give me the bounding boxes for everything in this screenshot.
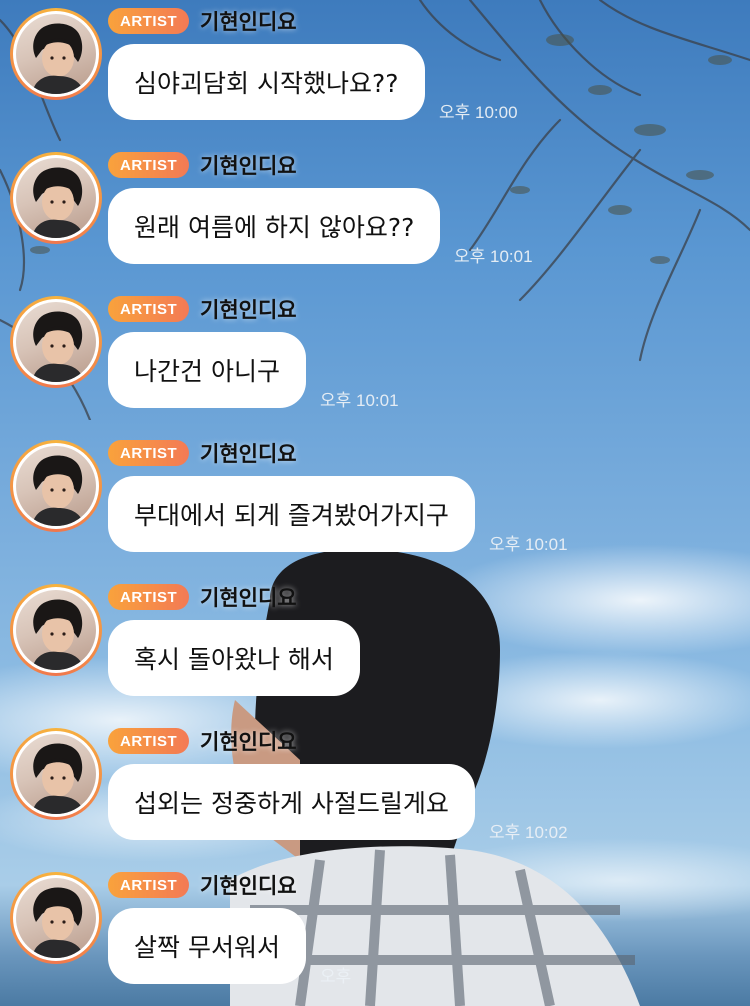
message-bubble[interactable]: 섭외는 정중하게 사절드릴게요 [108, 764, 475, 840]
sender-name[interactable]: 기현인디요 [200, 438, 297, 468]
profile-photo-icon [16, 590, 96, 670]
artist-badge-label: ARTIST [120, 444, 178, 462]
artist-badge-label: ARTIST [120, 876, 178, 894]
chat-message: ARTIST 기현인디요 심야괴담회 시작했나요?? 오후 10:00 [0, 0, 750, 144]
artist-badge-label: ARTIST [120, 12, 178, 30]
artist-avatar[interactable] [10, 440, 102, 532]
artist-badge-label: ARTIST [120, 732, 178, 750]
chat-feed[interactable]: ARTIST 기현인디요 심야괴담회 시작했나요?? 오후 10:00 ARTI… [0, 0, 750, 1006]
message-timestamp: 오후 10:01 [320, 391, 399, 410]
message-timestamp: 오후 10:00 [439, 103, 518, 122]
chat-message: ARTIST 기현인디요 살짝 무서워서 오후 [0, 864, 750, 1006]
artist-badge: ARTIST [108, 296, 190, 322]
artist-avatar[interactable] [10, 8, 102, 100]
artist-badge-label: ARTIST [120, 588, 178, 606]
artist-badge: ARTIST [108, 152, 190, 178]
message-timestamp: 오후 10:01 [489, 535, 568, 554]
message-timestamp: 오후 [320, 967, 352, 986]
profile-photo-icon [16, 446, 96, 526]
message-bubble[interactable]: 부대에서 되게 즐겨봤어가지구 [108, 476, 475, 552]
message-text: 살짝 무서워서 [134, 933, 280, 962]
message-timestamp: 오후 10:02 [489, 823, 568, 842]
message-timestamp: 오후 10:01 [454, 247, 533, 266]
profile-photo-icon [16, 158, 96, 238]
profile-photo-icon [16, 734, 96, 814]
sender-name[interactable]: 기현인디요 [200, 294, 297, 324]
message-text: 혹시 돌아왔나 해서 [134, 645, 334, 674]
message-bubble[interactable]: 원래 여름에 하지 않아요?? [108, 188, 441, 264]
artist-badge: ARTIST [108, 872, 190, 898]
sender-name[interactable]: 기현인디요 [200, 150, 297, 180]
artist-badge: ARTIST [108, 584, 190, 610]
sender-name[interactable]: 기현인디요 [200, 6, 297, 36]
artist-avatar[interactable] [10, 152, 102, 244]
message-bubble[interactable]: 혹시 돌아왔나 해서 [108, 620, 360, 696]
profile-photo-icon [16, 302, 96, 382]
profile-photo-icon [16, 878, 96, 958]
sender-name[interactable]: 기현인디요 [200, 870, 297, 900]
artist-badge: ARTIST [108, 440, 190, 466]
message-bubble[interactable]: 살짝 무서워서 [108, 908, 306, 984]
artist-badge: ARTIST [108, 8, 190, 34]
message-text: 부대에서 되게 즐겨봤어가지구 [134, 501, 449, 530]
artist-avatar[interactable] [10, 872, 102, 964]
profile-photo-icon [16, 14, 96, 94]
message-bubble[interactable]: 나간건 아니구 [108, 332, 306, 408]
chat-message: ARTIST 기현인디요 원래 여름에 하지 않아요?? 오후 10:01 [0, 144, 750, 288]
artist-badge-label: ARTIST [120, 300, 178, 318]
artist-badge: ARTIST [108, 728, 190, 754]
sender-name[interactable]: 기현인디요 [200, 726, 297, 756]
message-text: 섭외는 정중하게 사절드릴게요 [134, 789, 449, 818]
artist-avatar[interactable] [10, 584, 102, 676]
artist-avatar[interactable] [10, 296, 102, 388]
chat-message: ARTIST 기현인디요 부대에서 되게 즐겨봤어가지구 오후 10:01 [0, 432, 750, 576]
message-bubble[interactable]: 심야괴담회 시작했나요?? [108, 44, 425, 120]
artist-badge-label: ARTIST [120, 156, 178, 174]
message-text: 심야괴담회 시작했나요?? [134, 69, 399, 98]
sender-name[interactable]: 기현인디요 [200, 582, 297, 612]
message-text: 나간건 아니구 [134, 357, 280, 386]
chat-message: ARTIST 기현인디요 섭외는 정중하게 사절드릴게요 오후 10:02 [0, 720, 750, 864]
chat-message: ARTIST 기현인디요 나간건 아니구 오후 10:01 [0, 288, 750, 432]
artist-avatar[interactable] [10, 728, 102, 820]
message-text: 원래 여름에 하지 않아요?? [134, 213, 415, 242]
chat-message: ARTIST 기현인디요 혹시 돌아왔나 해서 [0, 576, 750, 720]
